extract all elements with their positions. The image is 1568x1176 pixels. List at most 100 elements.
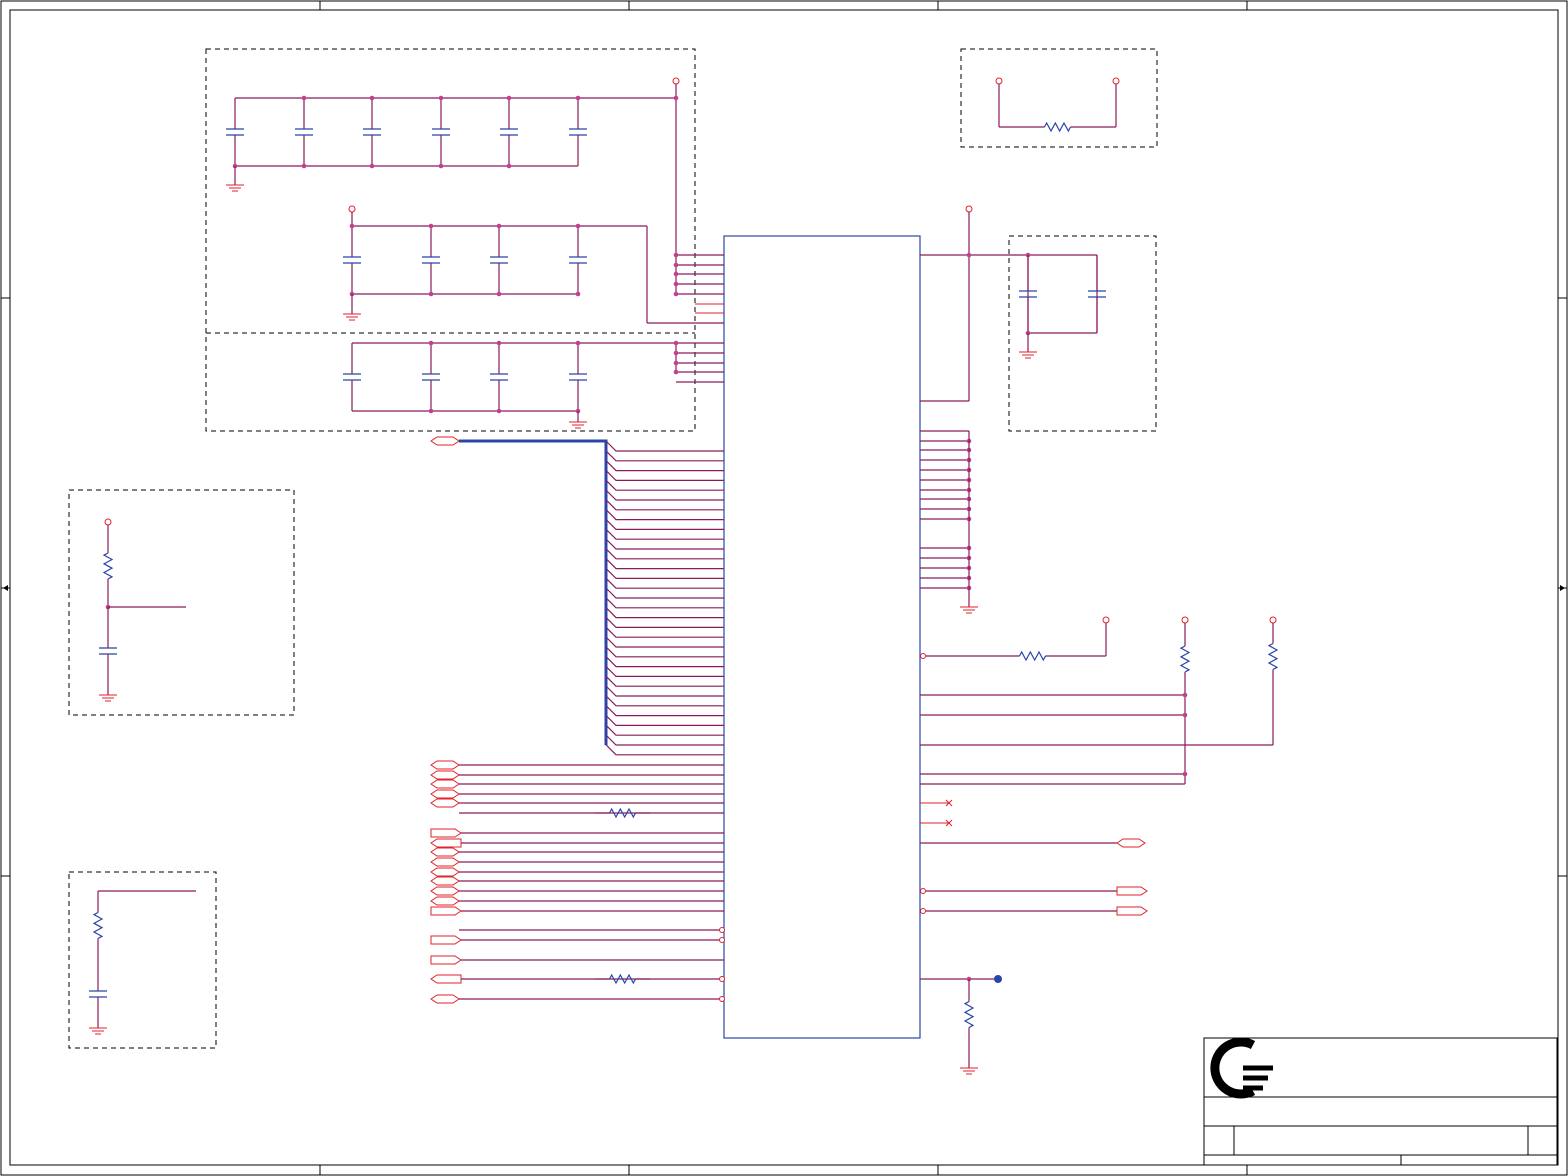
output-port-icon	[430, 838, 462, 848]
right-side-circuits	[920, 205, 1279, 1075]
bus-entry	[605, 587, 724, 599]
junction-dot	[673, 369, 679, 375]
sheet-border	[0, 0, 1568, 1176]
ground-icon	[343, 313, 361, 321]
input-port-icon	[430, 828, 462, 838]
bus-entry	[605, 597, 724, 609]
bus-entry	[605, 695, 724, 707]
junction-dot	[673, 350, 679, 356]
junction-dot	[428, 340, 434, 346]
capacitor-icon	[422, 343, 440, 411]
power-pin-icon	[348, 205, 356, 213]
resistor-icon	[595, 807, 650, 819]
resistor-icon	[595, 973, 650, 985]
junction-dot	[673, 340, 679, 346]
bidir-port-icon	[430, 876, 460, 886]
junction-dot	[673, 281, 679, 287]
inverted-pin-icon	[719, 937, 725, 943]
bidir-port-icon	[430, 857, 460, 867]
junction-dot	[673, 262, 679, 268]
bidir-port-icon	[430, 886, 460, 896]
bus-entry	[605, 646, 724, 658]
capacitor-icon	[500, 98, 518, 166]
capacitor-icon	[569, 226, 587, 294]
inverted-pin-icon	[920, 888, 926, 894]
data-bus	[430, 436, 724, 756]
inverted-pin-icon	[920, 908, 926, 914]
bidir-port-icon	[430, 770, 460, 780]
junction-dot	[506, 163, 512, 169]
junction-dot	[673, 252, 679, 258]
power-pin-icon	[1181, 616, 1189, 624]
output-port-icon	[430, 974, 462, 984]
bus-entry	[605, 714, 724, 726]
power-pin-icon	[1269, 616, 1277, 624]
bidir-port-icon	[430, 436, 460, 446]
left-signal-ports	[430, 760, 725, 1004]
junction-dot	[1182, 771, 1188, 777]
capacitor-icon	[569, 98, 587, 166]
junction-dot	[575, 95, 581, 101]
bidir-port-icon	[430, 798, 460, 808]
ground-icon	[89, 1027, 107, 1035]
resistor-zigzag	[1018, 650, 1047, 662]
resistor-icon	[999, 121, 1116, 133]
ground-icon	[960, 606, 978, 614]
junction-dot	[428, 223, 434, 229]
junction-dot	[301, 95, 307, 101]
bus-entry	[605, 528, 724, 540]
capacitor-icon	[490, 226, 508, 294]
inverted-pin-icon	[719, 927, 725, 933]
junction-dot	[673, 95, 679, 101]
junction-dot	[496, 408, 502, 414]
junction-dot	[349, 223, 355, 229]
bus-entry	[605, 548, 724, 560]
inverted-pin-icon	[920, 653, 926, 659]
capacitor-icon	[490, 343, 508, 411]
bidir-port-icon	[430, 867, 460, 877]
bus-line	[459, 439, 608, 745]
bus-entry	[605, 518, 724, 530]
resistor-zigzag	[102, 552, 114, 580]
inverted-pin-icon	[719, 996, 725, 1002]
ground-icon	[99, 694, 117, 702]
junction-dot	[438, 95, 444, 101]
junction-dot	[428, 408, 434, 414]
resistor-zigzag	[963, 1000, 975, 1029]
capacitor-icon	[343, 343, 361, 411]
input-port-icon	[1116, 906, 1148, 916]
ground-icon	[226, 184, 244, 192]
bus-entry	[605, 734, 724, 746]
power-pin-icon	[672, 77, 680, 85]
bus-entry	[605, 685, 724, 697]
junction-dot	[575, 291, 581, 297]
power-pin-icon	[1112, 77, 1120, 85]
capacitor-icon	[89, 960, 107, 1028]
capacitor-icon	[569, 343, 587, 411]
decoupling-capacitor-bank-1	[226, 77, 680, 294]
resistor-icon	[963, 979, 975, 1050]
resistor-icon	[1267, 623, 1279, 690]
resistor-zigzag	[608, 973, 637, 985]
title-block	[1203, 1037, 1558, 1166]
bus-entry	[605, 616, 724, 628]
junction-dot	[301, 163, 307, 169]
decoupling-capacitor-bank-2	[343, 205, 724, 324]
bus-entry	[605, 489, 724, 501]
input-port-icon	[1116, 886, 1148, 896]
bus-entry	[605, 558, 724, 570]
resistor-zigzag	[1267, 642, 1279, 671]
capacitor-icon	[226, 98, 244, 166]
resistor-zigzag	[608, 807, 637, 819]
bidir-port-icon	[430, 896, 460, 906]
main-ic-body	[723, 235, 921, 1039]
capacitor-icon	[99, 607, 117, 695]
junction-dot	[673, 291, 679, 297]
resistor-icon	[92, 891, 104, 960]
dashed-group-boxes	[68, 48, 1158, 1049]
power-pin-icon	[104, 518, 112, 526]
bus-entry	[605, 607, 724, 619]
input-port-icon	[430, 955, 462, 965]
junction-dot	[428, 291, 434, 297]
capacitor-icon	[422, 226, 440, 294]
